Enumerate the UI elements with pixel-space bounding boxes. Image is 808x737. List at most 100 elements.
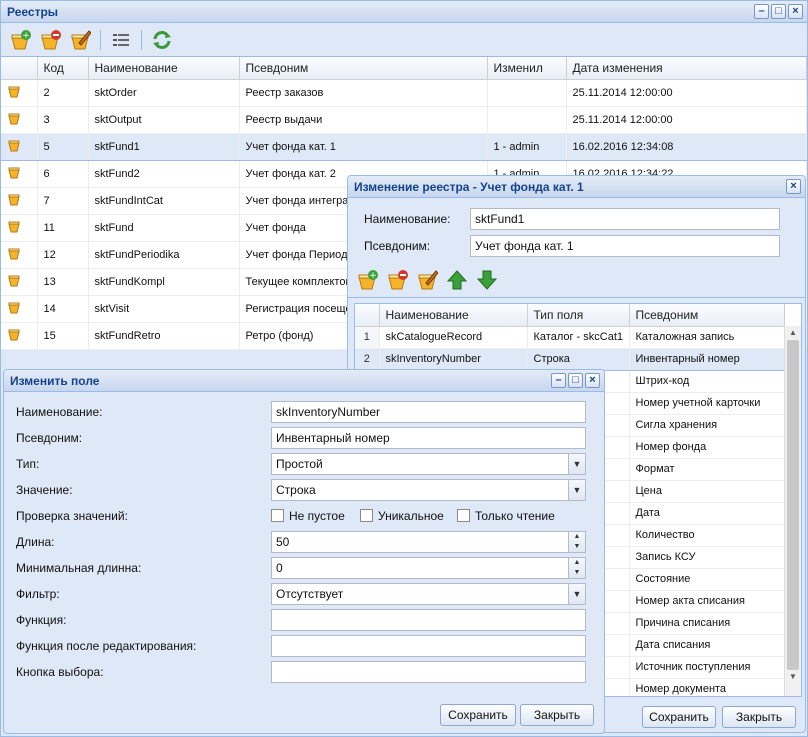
delete-field-button[interactable] xyxy=(384,267,410,293)
delete-registry-button[interactable] xyxy=(37,27,63,53)
field-alias-input[interactable]: Инвентарный номер xyxy=(271,427,586,449)
field-cell-name: skInventoryNumber xyxy=(379,347,528,371)
close-icon[interactable]: × xyxy=(585,373,600,388)
field-cell-alias: Количество xyxy=(629,524,785,547)
cell-alias: Реестр заказов xyxy=(239,79,488,107)
registry-alias-field[interactable]: Учет фонда кат. 1 xyxy=(470,235,780,257)
edit-registry-button[interactable] xyxy=(67,27,93,53)
fields-toolbar: + xyxy=(348,262,805,298)
readonly-checkbox[interactable] xyxy=(457,509,470,522)
value-checks-label: Проверка значений: xyxy=(16,509,128,523)
edit-field-button[interactable] xyxy=(414,267,440,293)
field-value-select[interactable]: Строка ▼ xyxy=(271,479,586,501)
maximize-icon[interactable]: □ xyxy=(568,373,583,388)
cell-code: 12 xyxy=(37,241,89,269)
column-header-alias[interactable]: Псевдоним xyxy=(239,57,488,80)
unique-checkbox[interactable] xyxy=(360,509,373,522)
cell-code: 6 xyxy=(37,160,89,188)
add-field-button[interactable]: + xyxy=(354,267,380,293)
close-icon[interactable]: × xyxy=(786,179,801,194)
column-header-field-name[interactable]: Наименование xyxy=(379,304,528,327)
field-type-label: Тип: xyxy=(16,457,40,471)
arrow-down-icon xyxy=(476,270,498,290)
column-header-num[interactable] xyxy=(355,304,380,327)
registry-icon xyxy=(8,248,20,260)
registry-icon xyxy=(8,194,20,206)
maximize-icon[interactable]: □ xyxy=(771,4,786,19)
fields-scrollbar[interactable]: ▲ ▼ xyxy=(784,326,801,696)
registry-icon xyxy=(8,302,20,314)
minimize-icon[interactable]: – xyxy=(754,4,769,19)
chevron-down-icon[interactable]: ▼ xyxy=(568,454,585,474)
table-row[interactable]: 2 sktOrder Реестр заказов 25.11.2014 12:00:… xyxy=(1,79,807,107)
spinner-icon[interactable]: ▲ ▼ xyxy=(568,558,585,578)
move-up-button[interactable] xyxy=(444,267,470,293)
function-input[interactable] xyxy=(271,609,586,631)
field-close-button[interactable]: Закрыть xyxy=(520,704,594,726)
field-cell-alias: Причина списания xyxy=(629,612,785,635)
scroll-thumb[interactable] xyxy=(787,340,799,670)
close-icon[interactable]: × xyxy=(788,4,803,19)
min-length-label: Минимальная длинна: xyxy=(16,561,142,575)
arrow-up-icon xyxy=(446,269,468,289)
field-type-select[interactable]: Простой ▼ xyxy=(271,453,586,475)
chevron-down-icon[interactable]: ▼ xyxy=(568,584,585,604)
length-stepper[interactable]: 50 ▲ ▼ xyxy=(271,531,586,553)
field-cell-alias: Дата xyxy=(629,502,785,525)
field-alias-label: Псевдоним: xyxy=(16,431,83,445)
cell-changed-by xyxy=(487,106,567,134)
field-cell-alias: Номер фонда xyxy=(629,436,785,459)
scroll-up-icon[interactable]: ▲ xyxy=(785,326,801,340)
not-empty-checkbox[interactable] xyxy=(271,509,284,522)
cell-changed-by xyxy=(487,79,567,107)
list-view-button[interactable] xyxy=(108,27,134,53)
cell-code: 14 xyxy=(37,295,89,323)
field-save-button[interactable]: Сохранить xyxy=(440,704,516,726)
registry-save-button[interactable]: Сохранить xyxy=(642,706,716,728)
chevron-down-icon[interactable]: ▼ xyxy=(568,480,585,500)
field-cell-alias: Цена xyxy=(629,480,785,503)
field-name-input[interactable]: skInventoryNumber xyxy=(271,401,586,423)
table-row[interactable]: 5 sktFund1 Учет фонда кат. 11 - admin 16.02… xyxy=(1,132,807,161)
list-item[interactable]: 2 skInventoryNumber Строка Инвентарный номе… xyxy=(355,347,785,371)
filter-select[interactable]: Отсутствует ▼ xyxy=(271,583,586,605)
registry-icon xyxy=(8,113,20,125)
edit-registry-window-title: Изменение реестра - Учет фонда кат. 1 × xyxy=(348,176,805,198)
column-header-name[interactable]: Наименование xyxy=(88,57,240,80)
list-item[interactable]: 1 skCatalogueRecord Каталог - skcCat1 Катал… xyxy=(355,326,785,349)
add-registry-button[interactable]: + xyxy=(7,27,33,53)
unique-label: Уникальное xyxy=(378,509,444,523)
choice-button-input[interactable] xyxy=(271,661,586,683)
table-row[interactable]: 3 sktOutput Реестр выдачи 25.11.2014 12:00:… xyxy=(1,106,807,134)
column-header-code[interactable]: Код xyxy=(37,57,89,80)
registry-name-field[interactable]: sktFund1 xyxy=(470,208,780,230)
min-length-stepper[interactable]: 0 ▲ ▼ xyxy=(271,557,586,579)
length-value: 50 xyxy=(276,535,290,549)
column-header-changed-by[interactable]: Изменил xyxy=(487,57,567,80)
edit-field-form: Наименование: skInventoryNumber Псевдони… xyxy=(4,393,604,699)
registry-icon xyxy=(8,86,20,98)
registry-icon xyxy=(8,140,20,152)
registry-row-icon-cell xyxy=(1,241,38,269)
edit-icon xyxy=(71,29,91,49)
field-cell-alias: Номер документа xyxy=(629,678,785,696)
column-header-icon[interactable] xyxy=(1,57,38,80)
cell-date: 16.02.2016 12:34:08 xyxy=(566,132,807,161)
registry-row-icon-cell xyxy=(1,322,38,350)
column-header-field-alias[interactable]: Псевдоним xyxy=(629,304,785,327)
refresh-button[interactable] xyxy=(149,27,175,53)
spinner-icon[interactable]: ▲ ▼ xyxy=(568,532,585,552)
field-cell-name: skCatalogueRecord xyxy=(379,326,528,349)
cell-name: sktFund2 xyxy=(88,160,240,188)
cell-name: sktOutput xyxy=(88,106,240,134)
scroll-down-icon[interactable]: ▼ xyxy=(785,670,801,684)
column-header-date[interactable]: Дата изменения xyxy=(566,57,807,80)
minimize-icon[interactable]: – xyxy=(551,373,566,388)
cell-changed-by: 1 - admin xyxy=(487,132,567,161)
cell-code: 15 xyxy=(37,322,89,350)
move-down-button[interactable] xyxy=(474,267,500,293)
function-after-edit-input[interactable] xyxy=(271,635,586,657)
registry-close-button[interactable]: Закрыть xyxy=(722,706,796,728)
list-icon xyxy=(113,33,129,46)
column-header-field-type[interactable]: Тип поля xyxy=(527,304,630,327)
